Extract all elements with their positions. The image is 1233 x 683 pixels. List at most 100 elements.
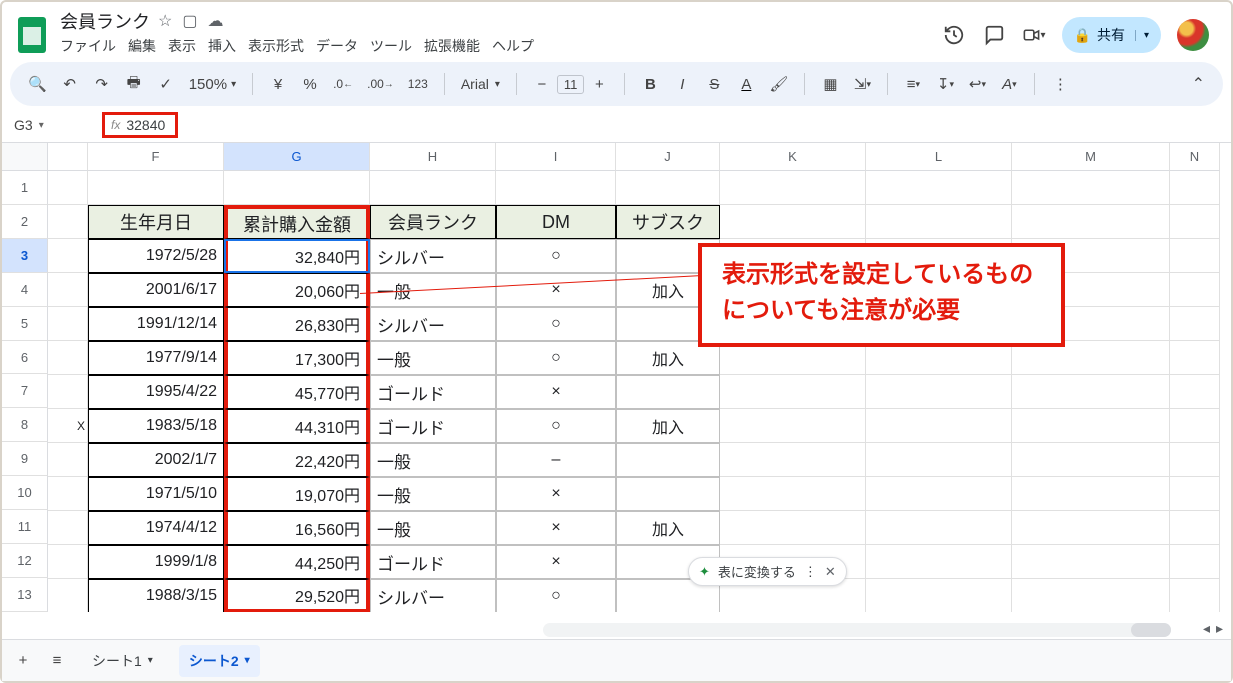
cell-dm[interactable]: ○ (496, 239, 616, 273)
strike-button[interactable]: S (705, 76, 723, 93)
decrease-decimals-button[interactable]: .0← (333, 77, 353, 91)
cell-birthdate[interactable]: 1995/4/22 (88, 375, 224, 409)
col-header[interactable]: K (720, 143, 866, 171)
cell-amount[interactable]: 19,070円 (224, 477, 370, 511)
col-header[interactable]: M (1012, 143, 1170, 171)
cell-subscription[interactable]: 加入 (616, 511, 720, 545)
header-birthdate[interactable]: 生年月日 (88, 205, 224, 239)
cell[interactable] (866, 205, 1012, 239)
cell[interactable] (496, 171, 616, 205)
cell[interactable] (720, 477, 866, 511)
collapse-toolbar-icon[interactable]: ⌃ (1192, 74, 1205, 94)
cell-amount[interactable]: 20,060円 (224, 273, 370, 307)
row-header[interactable]: 9 (2, 442, 48, 476)
search-icon[interactable]: 🔍 (28, 75, 47, 93)
cell[interactable] (1012, 409, 1170, 443)
menu-file[interactable]: ファイル (60, 36, 116, 56)
cell[interactable] (1012, 205, 1170, 239)
valign-button[interactable]: ↧ ▾ (936, 75, 954, 93)
meet-icon[interactable]: ▾ (1022, 23, 1046, 47)
cell[interactable] (48, 477, 88, 511)
cloud-icon[interactable]: ☁ (207, 11, 223, 31)
cell-rank[interactable]: シルバー (370, 307, 496, 341)
rotate-button[interactable]: A ▾ (1000, 76, 1018, 93)
cell-dm[interactable]: ○ (496, 409, 616, 443)
cell[interactable] (48, 545, 88, 579)
borders-button[interactable]: ▦ (821, 75, 839, 93)
italic-button[interactable]: I (673, 76, 691, 93)
cell[interactable] (1170, 579, 1220, 612)
tab-sheet2[interactable]: シート2▾ (179, 645, 260, 677)
cell[interactable] (1170, 239, 1220, 273)
cell[interactable] (370, 171, 496, 205)
cell-subscription[interactable] (616, 477, 720, 511)
cell[interactable] (48, 171, 88, 205)
cell[interactable] (224, 171, 370, 205)
add-sheet-button[interactable]: + (14, 652, 32, 669)
cell-amount[interactable]: 17,300円 (224, 341, 370, 375)
row-header[interactable]: 5 (2, 307, 48, 341)
cell[interactable] (1170, 545, 1220, 579)
more-formats-button[interactable]: 123 (408, 77, 428, 91)
cell[interactable] (720, 375, 866, 409)
cell-dm[interactable]: × (496, 477, 616, 511)
col-header[interactable]: H (370, 143, 496, 171)
cell[interactable] (1012, 545, 1170, 579)
cell[interactable] (1012, 579, 1170, 612)
cell[interactable] (1170, 273, 1220, 307)
cell[interactable] (1012, 511, 1170, 545)
menu-tools[interactable]: ツール (370, 36, 412, 56)
cell[interactable] (1170, 205, 1220, 239)
sheets-logo[interactable] (12, 15, 52, 55)
comment-icon[interactable] (982, 23, 1006, 47)
cell[interactable] (616, 171, 720, 205)
cell-rank[interactable]: ゴールド (370, 375, 496, 409)
row-header[interactable]: 10 (2, 476, 48, 510)
cell[interactable] (1170, 307, 1220, 341)
text-color-button[interactable]: A (737, 76, 755, 93)
cell[interactable] (48, 239, 88, 273)
cell-rank[interactable]: ゴールド (370, 545, 496, 579)
wrap-button[interactable]: ↩ ▾ (968, 75, 986, 93)
cell-amount[interactable]: 44,310円 (224, 409, 370, 443)
cell[interactable] (1170, 409, 1220, 443)
row-header[interactable]: 11 (2, 510, 48, 544)
cell[interactable] (48, 307, 88, 341)
cell[interactable] (1170, 443, 1220, 477)
print-icon[interactable]: 🖶 (125, 72, 143, 97)
cell[interactable] (1170, 171, 1220, 205)
cell[interactable] (1170, 375, 1220, 409)
cell[interactable] (88, 171, 224, 205)
cell[interactable] (866, 477, 1012, 511)
halign-button[interactable]: ≡ ▾ (904, 76, 922, 93)
cell[interactable] (720, 409, 866, 443)
row-header[interactable]: 6 (2, 341, 48, 375)
cell-birthdate[interactable]: 2001/6/17 (88, 273, 224, 307)
cell-rank[interactable]: 一般 (370, 477, 496, 511)
cell-rank[interactable]: ゴールド (370, 409, 496, 443)
row-header[interactable]: 1 (2, 171, 48, 205)
row-header[interactable]: 4 (2, 273, 48, 307)
cell-dm[interactable]: × (496, 375, 616, 409)
cell[interactable] (866, 511, 1012, 545)
cell-amount[interactable]: 22,420円 (224, 443, 370, 477)
toolbar-more-button[interactable]: ⋮ (1051, 75, 1069, 93)
row-header[interactable]: 8 (2, 408, 48, 442)
cell[interactable] (48, 341, 88, 375)
cell-birthdate[interactable]: 1983/5/18 (88, 409, 224, 443)
cell[interactable]: X (48, 409, 88, 443)
chip-more-icon[interactable]: ⋮ (804, 564, 817, 580)
cell-amount[interactable]: 45,770円 (224, 375, 370, 409)
zoom-select[interactable]: 150% ▾ (189, 76, 236, 93)
cell-dm[interactable]: × (496, 545, 616, 579)
fontsize-input[interactable]: 11 (557, 75, 585, 94)
row-header[interactable]: 12 (2, 544, 48, 578)
bold-button[interactable]: B (641, 76, 659, 93)
cell-birthdate[interactable]: 1972/5/28 (88, 239, 224, 273)
all-sheets-button[interactable]: ≡ (48, 652, 66, 669)
cell-rank[interactable]: 一般 (370, 443, 496, 477)
col-header[interactable]: F (88, 143, 224, 171)
col-header[interactable] (48, 143, 88, 171)
cell-dm[interactable]: ○ (496, 307, 616, 341)
decrease-fontsize-button[interactable]: − (533, 76, 551, 93)
